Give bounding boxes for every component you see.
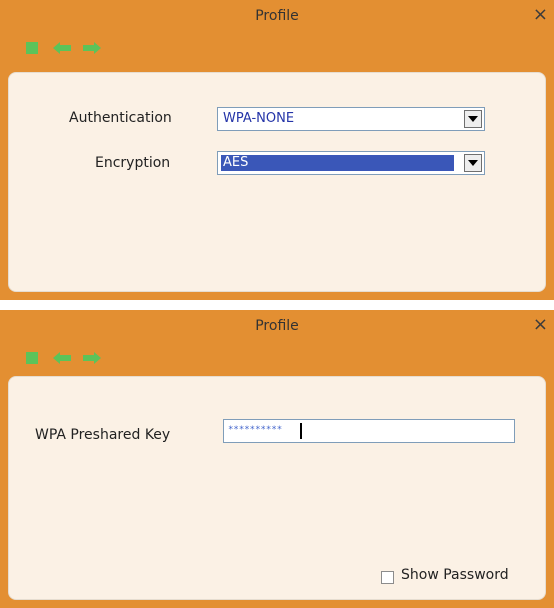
back-arrow-icon[interactable] bbox=[50, 347, 74, 369]
encryption-select[interactable]: AES bbox=[217, 151, 485, 175]
nav-toolbar bbox=[20, 34, 104, 62]
close-icon[interactable]: × bbox=[533, 314, 548, 336]
authentication-label: Authentication bbox=[69, 110, 172, 126]
text-cursor bbox=[300, 423, 302, 439]
authentication-value: WPA-NONE bbox=[223, 111, 295, 126]
stop-icon[interactable] bbox=[20, 37, 44, 59]
window-title: Profile bbox=[255, 318, 299, 334]
show-password-label: Show Password bbox=[401, 567, 509, 583]
settings-panel: Authentication WPA-NONE Encryption AES bbox=[8, 72, 546, 292]
forward-arrow-icon[interactable] bbox=[80, 37, 104, 59]
forward-arrow-icon[interactable] bbox=[80, 347, 104, 369]
chevron-down-icon[interactable] bbox=[464, 154, 482, 172]
window-title: Profile bbox=[255, 8, 299, 24]
back-arrow-icon[interactable] bbox=[50, 37, 74, 59]
authentication-select[interactable]: WPA-NONE bbox=[217, 107, 485, 131]
encryption-value: AES bbox=[221, 155, 454, 171]
settings-panel: WPA Preshared Key ********** Show Passwo… bbox=[8, 376, 546, 600]
profile-window-encryption: Profile × Authentication WPA-NONE Encryp… bbox=[0, 0, 554, 300]
show-password-checkbox[interactable] bbox=[381, 571, 394, 584]
preshared-key-value: ********** bbox=[228, 425, 283, 435]
encryption-label: Encryption bbox=[95, 155, 171, 171]
preshared-key-label: WPA Preshared Key bbox=[35, 427, 171, 443]
chevron-down-icon[interactable] bbox=[464, 110, 482, 128]
nav-toolbar bbox=[20, 344, 104, 372]
stop-icon[interactable] bbox=[20, 347, 44, 369]
profile-window-preshared-key: Profile × WPA Preshared Key ********** S… bbox=[0, 310, 554, 608]
preshared-key-input[interactable]: ********** bbox=[223, 419, 515, 443]
close-icon[interactable]: × bbox=[533, 4, 548, 26]
